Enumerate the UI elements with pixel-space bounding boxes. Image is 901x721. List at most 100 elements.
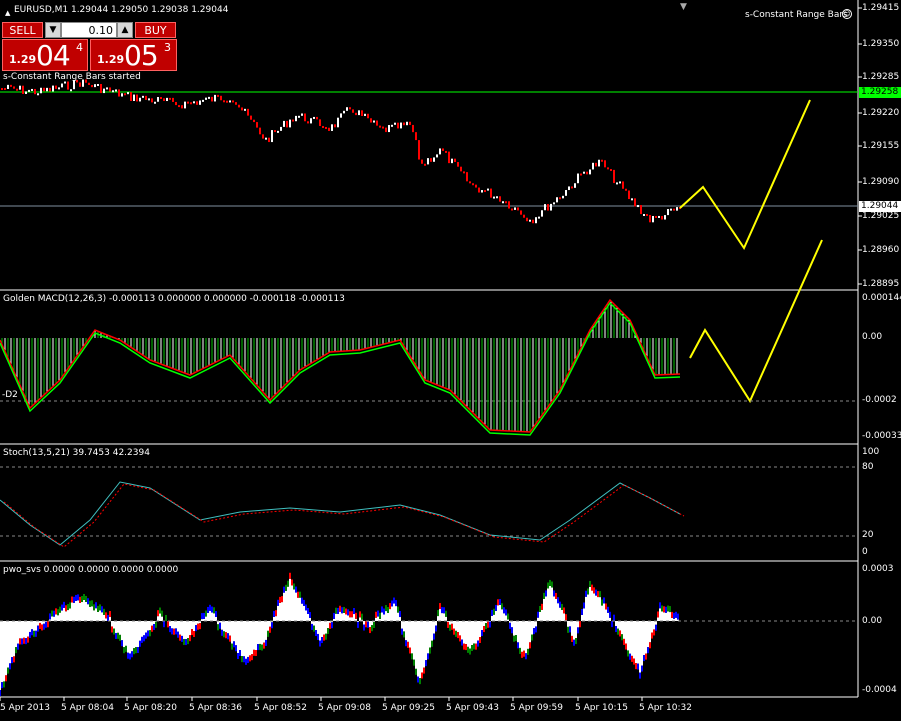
time-axis-label: 5 Apr 08:20 (124, 703, 177, 713)
candle (430, 158, 432, 162)
candle (472, 183, 474, 186)
buy-price-pips: 05 (124, 39, 159, 72)
candle (313, 116, 315, 119)
time-axis-label: 5 Apr 09:08 (318, 703, 371, 713)
candle (157, 97, 159, 102)
candle (655, 215, 657, 218)
candle (178, 105, 180, 108)
candle (571, 186, 573, 189)
buy-button[interactable]: BUY (135, 22, 176, 38)
candle (628, 190, 630, 200)
candle (169, 97, 171, 100)
candle (145, 95, 147, 100)
candle (100, 83, 102, 94)
candle (502, 201, 504, 204)
candle (199, 100, 201, 105)
candle (16, 88, 18, 91)
candle (142, 95, 144, 98)
chart-canvas[interactable] (0, 0, 901, 721)
candle (223, 100, 225, 103)
lot-increase-button[interactable]: ▲ (117, 22, 133, 38)
candle (412, 124, 414, 133)
candle (22, 85, 24, 94)
time-axis-label: 5 Apr 08:04 (61, 703, 114, 713)
candle (367, 113, 369, 119)
candle (565, 190, 567, 196)
macd-axis-label: -0.000334 (862, 431, 901, 441)
candle (307, 121, 309, 124)
candle (508, 201, 510, 209)
candle (319, 119, 321, 126)
candle (238, 104, 240, 108)
candle (310, 118, 312, 124)
candle (244, 108, 246, 111)
candle (358, 110, 360, 116)
sell-button[interactable]: SELL (2, 22, 43, 38)
candle (520, 210, 522, 215)
price-axis-label: 1.29415 (862, 3, 900, 13)
candle (211, 96, 213, 102)
chart-shift-icon[interactable]: ▼ (680, 2, 687, 12)
candle (160, 97, 162, 100)
indicator-name: s-Constant Range Bars (745, 10, 848, 20)
sell-price-quote[interactable]: 1.29 04 4 (2, 39, 88, 72)
candle (193, 101, 195, 104)
stoch-axis-label: 80 (862, 462, 874, 472)
candle (283, 120, 285, 127)
buy-price-prefix: 1.29 (97, 53, 125, 66)
candle (7, 84, 9, 90)
expert-smiley-icon[interactable]: ☺ (842, 9, 852, 19)
candle (217, 94, 219, 97)
candle (595, 162, 597, 167)
candle (340, 113, 342, 118)
candle (634, 198, 636, 207)
candle (481, 190, 483, 193)
lot-decrease-button[interactable]: ▼ (45, 22, 61, 38)
candle (460, 166, 462, 172)
time-axis-label: 5 Apr 09:43 (446, 703, 499, 713)
time-axis-label: 5 Apr 10:32 (639, 703, 692, 713)
candle (346, 107, 348, 111)
candle (316, 116, 318, 120)
macd-level-label: -D2 (2, 390, 18, 400)
buy-price-quote[interactable]: 1.29 05 3 (90, 39, 177, 72)
candle (382, 126, 384, 129)
candle (181, 105, 183, 109)
time-axis-label: 5 Apr 08:36 (189, 703, 242, 713)
stoch-axis-label: 0 (862, 547, 868, 557)
candle (292, 119, 294, 122)
candle (241, 107, 243, 111)
price-axis-label: 1.28960 (862, 245, 900, 255)
candle (406, 121, 408, 126)
candle (280, 126, 282, 131)
stoch-axis-label: 20 (862, 530, 874, 540)
candle (115, 89, 117, 92)
candle (436, 154, 438, 158)
candle (256, 122, 258, 128)
lot-size-input[interactable]: 0.10 (61, 22, 117, 38)
candle (325, 127, 327, 130)
chart-menu-arrow-icon[interactable]: ▲ (5, 8, 10, 19)
candle (547, 204, 549, 211)
status-text: s-Constant Range Bars started (3, 72, 141, 82)
candle (439, 148, 441, 155)
sell-price-prefix: 1.29 (9, 53, 37, 66)
candle (214, 94, 216, 102)
macd-title: Golden MACD(12,26,3) -0.000113 0.000000 … (3, 294, 345, 304)
bid-price-tag: 1.29044 (859, 201, 901, 212)
candle (91, 84, 93, 88)
candle (592, 162, 594, 170)
candle (673, 208, 675, 211)
price-axis-label: 1.29090 (862, 177, 900, 187)
candle (28, 89, 30, 92)
time-axis-label: 5 Apr 2013 (0, 703, 50, 713)
candle (133, 94, 135, 101)
candle (490, 188, 492, 198)
candle (415, 132, 417, 141)
candle (70, 89, 72, 92)
candle (646, 213, 648, 216)
candle (418, 140, 420, 160)
candle (154, 101, 156, 104)
candle (553, 202, 555, 205)
time-axis-label: 5 Apr 09:25 (382, 703, 435, 713)
